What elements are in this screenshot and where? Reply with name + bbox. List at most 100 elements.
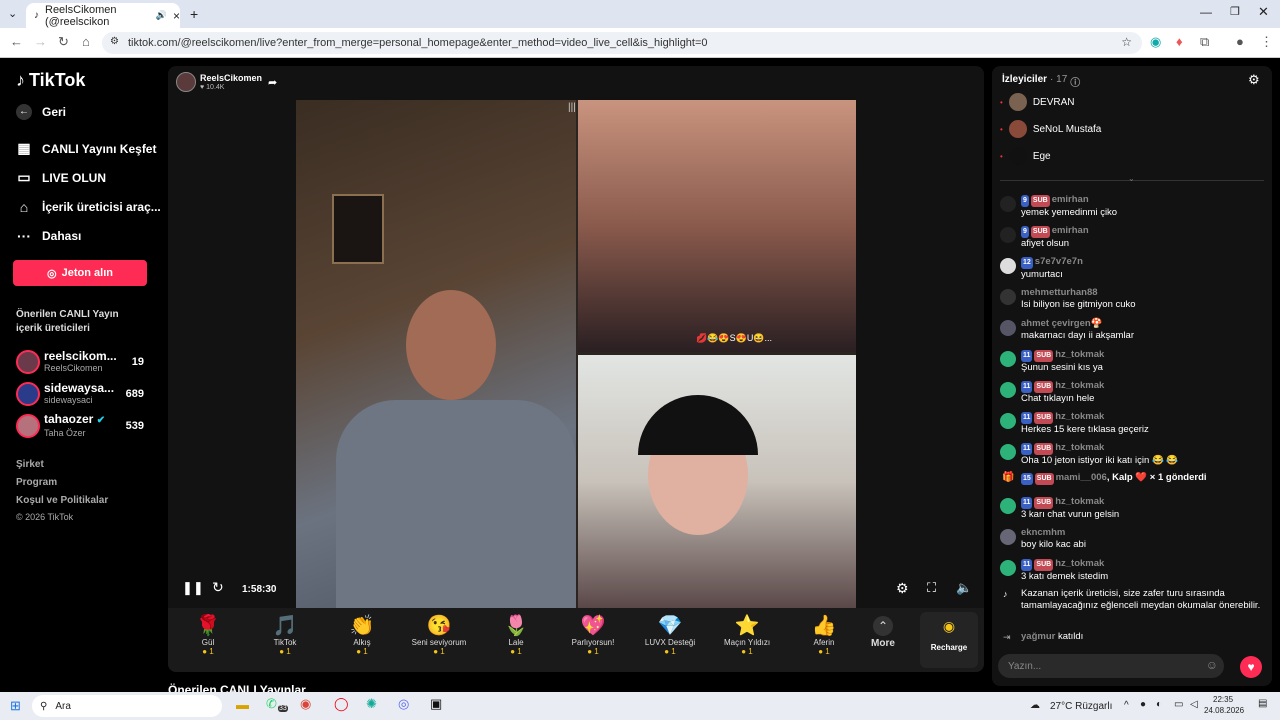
chat-username[interactable]: hz_tokmak xyxy=(1055,380,1104,391)
clock-date[interactable]: 24.08.2026 xyxy=(1204,706,1244,715)
volume-icon[interactable]: ◁ xyxy=(1190,699,1198,710)
app-icon-2[interactable]: ▣ xyxy=(430,696,442,712)
file-explorer-icon[interactable]: ▬ xyxy=(236,697,249,712)
settings-icon[interactable]: ⚙ xyxy=(896,580,909,597)
nav-live-explore[interactable]: ▦ CANLI Yayını Keşfet xyxy=(16,140,156,157)
chat-username[interactable]: s7e7v7e7n xyxy=(1035,256,1083,267)
avatar[interactable] xyxy=(1000,560,1016,576)
weather-icon[interactable]: ☁ xyxy=(1030,700,1040,711)
volume-icon[interactable]: 🔈 xyxy=(956,580,972,596)
chat-username[interactable]: ahmet çevirgen🍄 xyxy=(1021,318,1103,329)
weather-text[interactable]: 27°C Rüzgarlı xyxy=(1050,701,1112,712)
discord-icon[interactable]: ◎ xyxy=(398,696,409,712)
chat-input[interactable]: Yazın... ☺ xyxy=(998,654,1224,678)
profile-icon[interactable]: ● xyxy=(1236,34,1244,49)
url-input[interactable]: ⚙ tiktok.com/@reelscikomen/live?enter_fr… xyxy=(102,32,1142,54)
tray-app-icon-2[interactable]: ◐ xyxy=(1156,699,1162,710)
avatar[interactable] xyxy=(1000,413,1016,429)
chat-username[interactable]: hz_tokmak xyxy=(1055,558,1104,569)
get-coins-button[interactable]: ◎ Jeton alın xyxy=(13,260,147,286)
avatar[interactable] xyxy=(1000,227,1016,243)
tray-app-icon[interactable]: ● xyxy=(1140,699,1146,710)
gift-item[interactable]: 🌷 Lale ● 1 xyxy=(481,614,551,656)
chat-username[interactable]: emirhan xyxy=(1052,194,1089,205)
like-heart-button[interactable]: ♥ xyxy=(1240,656,1262,678)
tab-list-icon[interactable]: ⌄ xyxy=(8,7,17,20)
network-icon[interactable]: ▭ xyxy=(1174,699,1183,710)
gift-item[interactable]: ⭐ Maçın Yıldızı ● 1 xyxy=(712,614,782,656)
chat-username[interactable]: yağmur xyxy=(1021,631,1055,642)
nav-more[interactable]: ··· Dahası xyxy=(16,228,81,244)
footer-program[interactable]: Program xyxy=(16,477,57,488)
gift-item[interactable]: 😘 Seni seviyorum ● 1 xyxy=(404,614,474,656)
bookmark-star-icon[interactable]: ☆ xyxy=(1121,35,1132,49)
windows-start-icon[interactable]: ⊞ xyxy=(10,698,21,714)
clock-time[interactable]: 22:35 xyxy=(1213,695,1233,704)
tiktok-logo[interactable]: ♪ TikTok xyxy=(16,70,85,91)
fullscreen-icon[interactable]: ⛶ xyxy=(927,580,936,596)
tray-chevron-icon[interactable]: ^ xyxy=(1124,700,1129,711)
notifications-icon[interactable]: ▤ xyxy=(1258,698,1267,709)
minimize-icon[interactable]: — xyxy=(1200,5,1212,19)
chat-username[interactable]: mami__006 xyxy=(1056,472,1107,483)
site-info-icon[interactable]: ⚙ xyxy=(110,36,119,47)
avatar[interactable] xyxy=(1000,320,1016,336)
settings-icon[interactable]: ⚙ xyxy=(1248,72,1260,88)
opera-icon[interactable]: ◯ xyxy=(334,696,349,712)
viewers-header[interactable]: İzleyiciler · 17 ⓘ xyxy=(1002,74,1080,89)
chat-username[interactable]: hz_tokmak xyxy=(1055,496,1104,507)
gift-item[interactable]: 💖 Parlıyorsun! ● 1 xyxy=(558,614,628,656)
refresh-icon[interactable]: ↻ xyxy=(212,579,224,596)
forward-icon[interactable]: → xyxy=(34,34,47,49)
avatar[interactable] xyxy=(1000,529,1016,545)
video-player[interactable]: 💋😂😍S😍U😆... ||| xyxy=(296,100,856,608)
gift-item[interactable]: 🌹 Gül ● 1 xyxy=(173,614,243,656)
close-tab-icon[interactable]: × xyxy=(173,9,180,23)
avatar[interactable] xyxy=(1000,498,1016,514)
avatar[interactable] xyxy=(1000,444,1016,460)
taskbar-search[interactable]: ⚲ Ara xyxy=(32,695,222,717)
viewer-item[interactable]: • DEVRAN xyxy=(1000,93,1075,111)
chat-username[interactable]: hz_tokmak xyxy=(1055,442,1104,453)
avatar[interactable] xyxy=(1000,382,1016,398)
extensions-puzzle-icon[interactable]: ⧉ xyxy=(1200,34,1209,50)
footer-company[interactable]: Şirket xyxy=(16,459,44,470)
nav-creator-tools[interactable]: ⌂ İçerik üreticisi araç... xyxy=(16,199,161,215)
back-link[interactable]: ← Geri xyxy=(16,104,66,120)
avatar[interactable] xyxy=(1000,258,1016,274)
chat-username[interactable]: emirhan xyxy=(1052,225,1089,236)
footer-terms[interactable]: Koşul ve Politikalar xyxy=(16,495,108,506)
gift-item[interactable]: 💎 LUVX Desteği ● 1 xyxy=(635,614,705,656)
close-window-icon[interactable]: ✕ xyxy=(1258,4,1269,20)
chevron-down-icon[interactable]: ⌄ xyxy=(1128,174,1135,183)
new-tab-icon[interactable]: + xyxy=(190,6,198,22)
restore-icon[interactable]: ❐ xyxy=(1230,5,1240,18)
chat-username[interactable]: mehmetturhan88 xyxy=(1021,287,1098,298)
browser-tab[interactable]: ♪ ReelsCikomen (@reelscikon 🔊 × xyxy=(26,3,180,28)
creator-item[interactable]: sidewaysa... sidewaysaci 689 xyxy=(16,379,156,409)
back-icon[interactable]: ← xyxy=(10,34,23,49)
pause-icon[interactable]: ❚❚ xyxy=(182,580,204,596)
browser-menu-icon[interactable]: ⋮ xyxy=(1260,34,1273,50)
avatar[interactable] xyxy=(1000,196,1016,212)
host-name[interactable]: ReelsCikomen xyxy=(200,73,262,83)
gift-item[interactable]: 🎵 TikTok ● 1 xyxy=(250,614,320,656)
extension-fox-icon[interactable]: ♦ xyxy=(1176,34,1183,49)
avatar[interactable] xyxy=(1000,289,1016,305)
share-icon[interactable]: ➦ xyxy=(268,76,277,89)
app-icon[interactable]: ✺ xyxy=(366,696,377,712)
extension-icon[interactable]: ◉ xyxy=(1150,34,1161,50)
viewer-item[interactable]: • Ege xyxy=(1000,147,1051,165)
viewer-item[interactable]: • SeNoL Mustafa xyxy=(1000,120,1101,138)
reload-icon[interactable]: ↻ xyxy=(58,34,69,50)
creator-item[interactable]: tahaozer ✔ Taha Özer 539 xyxy=(16,411,156,441)
whatsapp-icon[interactable]: ✆ xyxy=(266,696,277,712)
home-icon[interactable]: ⌂ xyxy=(82,34,90,49)
recharge-button[interactable]: ◉ Recharge xyxy=(920,612,978,668)
chat-username[interactable]: hz_tokmak xyxy=(1055,349,1104,360)
chat-username[interactable]: ekncmhm xyxy=(1021,527,1065,538)
emoji-icon[interactable]: ☺ xyxy=(1206,658,1218,672)
gift-more-button[interactable]: ⌃ More xyxy=(848,614,918,649)
avatar[interactable] xyxy=(1000,351,1016,367)
gift-item[interactable]: 👏 Alkış ● 1 xyxy=(327,614,397,656)
